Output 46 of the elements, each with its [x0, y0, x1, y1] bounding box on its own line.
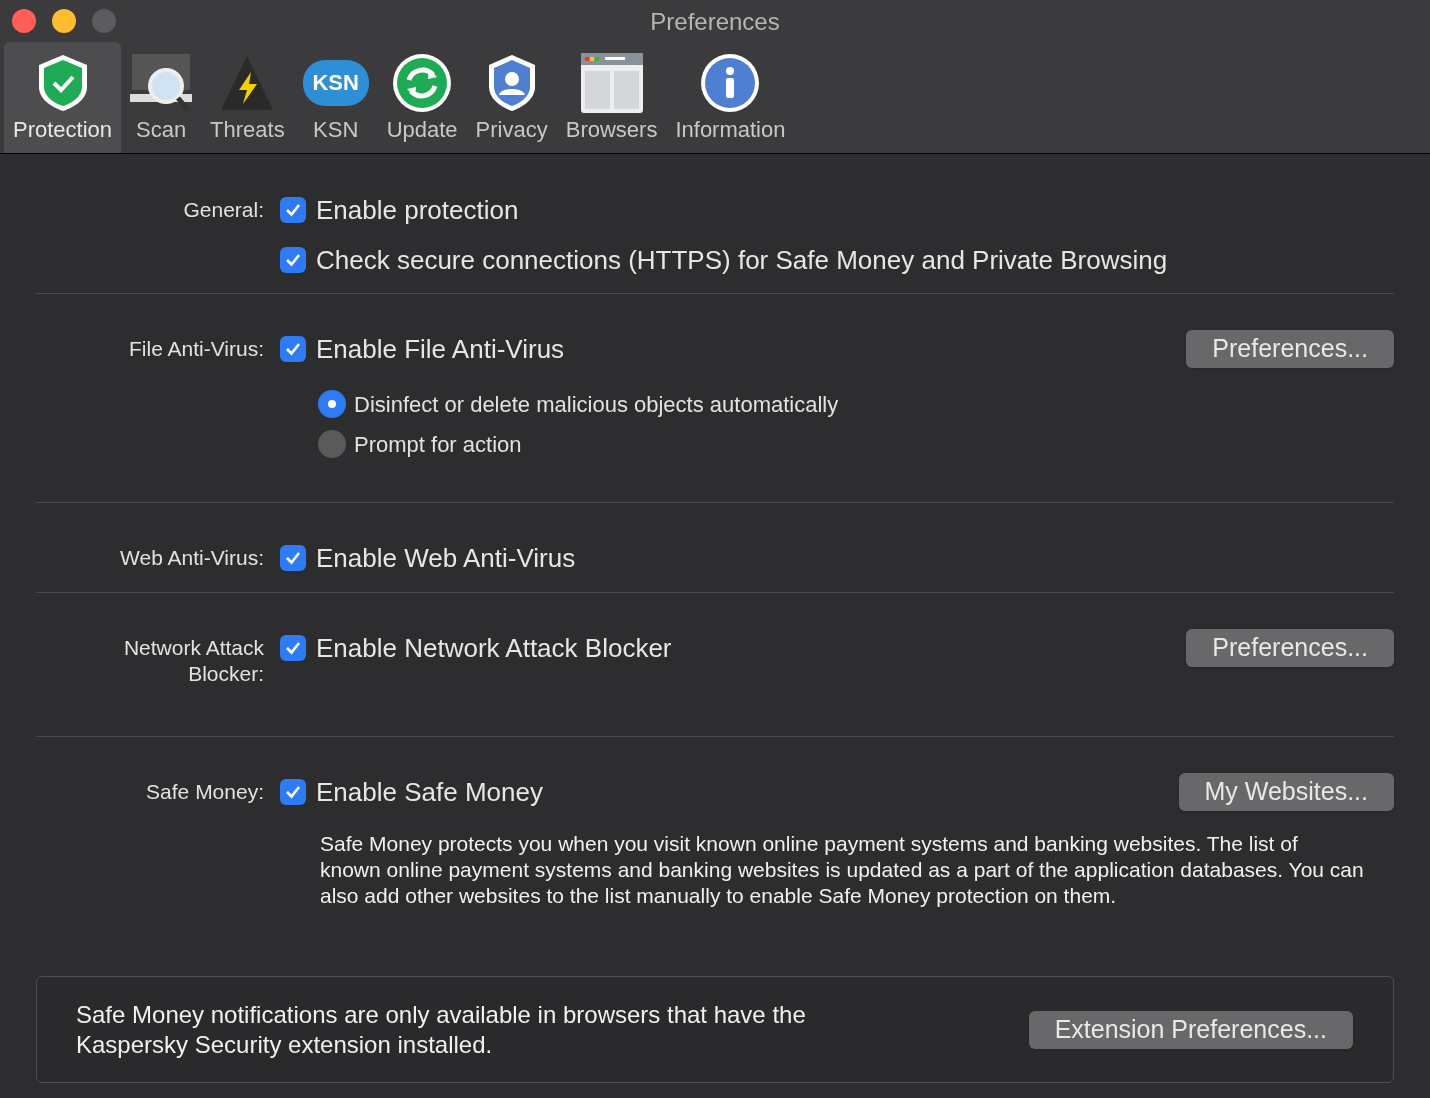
- checkbox-label: Check secure connections (HTTPS) for Safe Money and Private Browsing: [316, 243, 1168, 277]
- notice-text: Safe Money notifications are only available in browsers that have the Kaspersky Security extension installed.: [76, 999, 807, 1060]
- checkbox[interactable]: [280, 545, 306, 571]
- checkbox[interactable]: [280, 635, 306, 661]
- radio-label: Prompt for action: [354, 430, 522, 459]
- section-label: Safe Money:: [146, 779, 264, 805]
- close-button[interactable]: [12, 9, 36, 33]
- shield-icon: [36, 53, 89, 113]
- toolbar-tab[interactable]: Update: [377, 42, 467, 153]
- toolbar-tab[interactable]: Threats: [201, 42, 294, 153]
- section-label: Network Attack Blocker:: [122, 635, 264, 687]
- sync-icon: [392, 53, 453, 113]
- radio-button[interactable]: [318, 390, 346, 418]
- radio-label: Disinfect or delete malicious objects automatically: [354, 390, 839, 419]
- checkbox-label: Enable File Anti-Virus: [316, 332, 565, 366]
- toolbar-tab[interactable]: Protection: [4, 42, 122, 153]
- toolbar-tab[interactable]: Browsers: [556, 42, 667, 153]
- toolbar-tab[interactable]: KSN KSN: [293, 42, 378, 153]
- checkbox[interactable]: [280, 197, 306, 223]
- checkbox-label: Enable Web Anti-Virus: [316, 541, 576, 575]
- toolbar-tab[interactable]: Privacy: [466, 42, 557, 153]
- lightning-triangle-icon: [219, 54, 276, 112]
- radio-button[interactable]: [318, 430, 346, 458]
- section-label: Web Anti-Virus:: [120, 545, 264, 571]
- checkbox-label: Enable Safe Money: [316, 775, 543, 809]
- button[interactable]: Extension Preferences...: [1028, 1010, 1353, 1049]
- toolbar-tab[interactable]: Information: [666, 42, 795, 153]
- checkbox[interactable]: [280, 247, 306, 273]
- magnifier-icon: [130, 54, 193, 112]
- button[interactable]: Preferences...: [1186, 330, 1394, 368]
- section-label: File Anti-Virus:: [129, 336, 264, 362]
- info-icon: [700, 53, 761, 113]
- section-label: General:: [183, 197, 264, 223]
- minimize-button[interactable]: [52, 9, 76, 33]
- toolbar-tab[interactable]: Scan: [121, 42, 202, 153]
- checkbox[interactable]: [280, 336, 306, 362]
- checkbox-label: Enable protection: [316, 193, 519, 227]
- checkbox[interactable]: [280, 779, 306, 805]
- button[interactable]: Preferences...: [1186, 629, 1394, 667]
- browser-window-icon: [580, 53, 643, 113]
- checkbox-label: Enable Network Attack Blocker: [316, 631, 672, 665]
- button[interactable]: My Websites...: [1178, 773, 1394, 811]
- person-shield-icon: [486, 53, 537, 113]
- description-text: Safe Money protects you when you visit known online payment systems and banking websites. The list of known online payment systems and banking websites is updated as a part of the application databases. You can also add other websites to the list manually to enable Safe Money protection on them.: [320, 831, 1364, 909]
- icon-label: KSN: [312, 72, 359, 94]
- window-title: Preferences: [650, 7, 780, 37]
